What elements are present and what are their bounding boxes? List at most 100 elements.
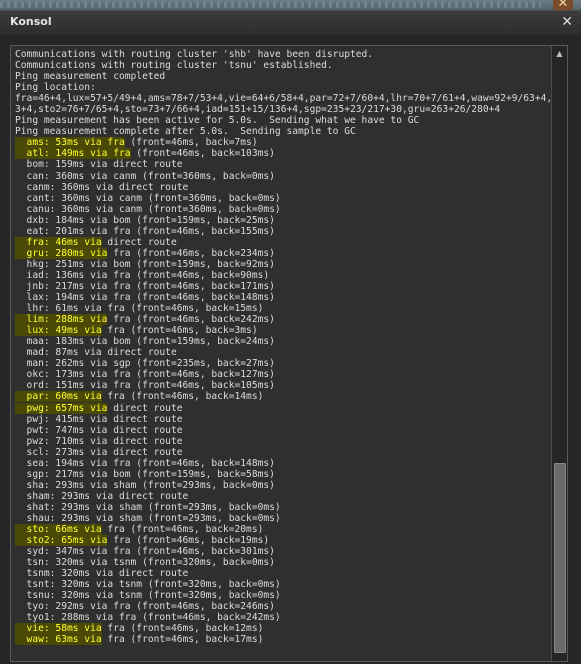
highlighted-text: sto2: 65ms via bbox=[15, 535, 108, 547]
line-text: fra (front=46ms, back=19ms) bbox=[107, 535, 270, 547]
line-text: (front=46ms, back=7ms) bbox=[124, 137, 258, 149]
console-line: lax: 194ms via fra (front=46ms, back=148… bbox=[15, 292, 548, 303]
line-text: fra (front=46ms, back=12ms) bbox=[101, 623, 264, 635]
line-text: sgp: 217ms via bom (front=159ms, back=58… bbox=[15, 468, 275, 480]
console-output[interactable]: Communications with routing cluster 'shb… bbox=[10, 45, 568, 662]
highlighted-text: lux: 49ms via bbox=[15, 325, 102, 337]
console-line: tsn: 320ms via tsnm (front=320ms, back=0… bbox=[15, 557, 548, 568]
console-line: canu: 360ms via canm (front=360ms, back=… bbox=[15, 204, 548, 215]
background-pattern bbox=[0, 2, 541, 8]
line-text: fra (front=46ms, back=234ms) bbox=[107, 247, 275, 259]
console-line: sea: 194ms via fra (front=46ms, back=148… bbox=[15, 458, 548, 469]
console-line: vie: 58ms via fra (front=46ms, back=12ms… bbox=[15, 623, 548, 635]
console-line: par: 60ms via fra (front=46ms, back=14ms… bbox=[15, 391, 548, 403]
line-text: tyo: 292ms via fra (front=46ms, back=246… bbox=[15, 601, 275, 613]
console-line: ord: 151ms via fra (front=46ms, back=105… bbox=[15, 380, 548, 391]
line-text: direct route bbox=[107, 402, 183, 414]
line-text: syd: 347ms via fra (front=46ms, back=301… bbox=[15, 546, 275, 558]
line-text: scl: 273ms via direct route bbox=[15, 446, 183, 458]
line-text: tsn: 320ms via tsnm (front=320ms, back=0… bbox=[15, 557, 275, 569]
line-text: hkg: 251ms via bom (front=159ms, back=92… bbox=[15, 258, 275, 270]
console-line: Ping measurement completed bbox=[15, 71, 548, 82]
console-lines: Communications with routing cluster 'shb… bbox=[15, 49, 552, 646]
console-line: pwz: 710ms via direct route bbox=[15, 436, 548, 447]
console-line: bom: 159ms via direct route bbox=[15, 159, 548, 170]
console-line: fra: 46ms via direct route bbox=[15, 236, 548, 248]
highlighted-text: waw: 63ms via bbox=[15, 634, 102, 646]
console-line: jnb: 217ms via fra (front=46ms, back=171… bbox=[15, 281, 548, 292]
scrollbar[interactable]: ▲ bbox=[551, 46, 567, 661]
line-text: fra=46+4,lux=57+5/49+4,ams=78+7/53+4,vie… bbox=[15, 93, 553, 105]
console-line: tsnm: 320ms via direct route bbox=[15, 568, 548, 579]
highlighted-text: gru: 280ms via bbox=[15, 247, 108, 259]
highlighted-text: sto: 66ms via bbox=[15, 524, 102, 536]
console-line: maa: 183ms via bom (front=159ms, back=24… bbox=[15, 336, 548, 347]
console-line: canm: 360ms via direct route bbox=[15, 182, 548, 193]
console-line: Communications with routing cluster 'shb… bbox=[15, 49, 548, 60]
highlighted-text: ams: 53ms via fra bbox=[15, 137, 125, 149]
line-text: canm: 360ms via direct route bbox=[15, 181, 189, 193]
line-text: mad: 87ms via direct route bbox=[15, 347, 177, 359]
line-text: can: 360ms via canm (front=360ms, back=0… bbox=[15, 170, 275, 182]
console-line: tsnt: 320ms via tsnm (front=320ms, back=… bbox=[15, 579, 548, 590]
line-text: shat: 293ms via sham (front=293ms, back=… bbox=[15, 501, 281, 513]
console-line: Ping measurement has been active for 5.0… bbox=[15, 115, 548, 126]
line-text: ord: 151ms via fra (front=46ms, back=105… bbox=[15, 380, 275, 392]
console-line: can: 360ms via canm (front=360ms, back=0… bbox=[15, 171, 548, 182]
console-line: sto: 66ms via fra (front=46ms, back=20ms… bbox=[15, 524, 548, 536]
console-line: scl: 273ms via direct route bbox=[15, 447, 548, 458]
close-icon[interactable]: ✕ bbox=[561, 13, 573, 31]
line-text: lax: 194ms via fra (front=46ms, back=148… bbox=[15, 292, 275, 304]
line-text: direct route bbox=[101, 236, 177, 248]
line-text: maa: 183ms via bom (front=159ms, back=24… bbox=[15, 336, 275, 348]
console-line: eat: 201ms via fra (front=46ms, back=155… bbox=[15, 226, 548, 237]
line-text: Communications with routing cluster 'shb… bbox=[15, 49, 374, 60]
line-text: fra (front=46ms, back=3ms) bbox=[101, 325, 258, 337]
highlighted-text: fra: 46ms via bbox=[15, 236, 102, 248]
line-text: fra (front=46ms, back=17ms) bbox=[101, 634, 264, 646]
console-line: fra=46+4,lux=57+5/49+4,ams=78+7/53+4,vie… bbox=[15, 93, 552, 104]
line-text: fra (front=46ms, back=242ms) bbox=[107, 314, 275, 326]
line-text: okc: 173ms via fra (front=46ms, back=127… bbox=[15, 369, 275, 381]
console-line: shau: 293ms via sham (front=293ms, back=… bbox=[15, 513, 548, 524]
line-text: sha: 293ms via sham (front=293ms, back=0… bbox=[15, 479, 275, 491]
line-text: cant: 360ms via canm (front=360ms, back=… bbox=[15, 192, 281, 204]
console-line: Ping location: bbox=[15, 82, 548, 93]
line-text: tsnm: 320ms via direct route bbox=[15, 568, 189, 580]
highlighted-text: vie: 58ms via bbox=[15, 623, 102, 635]
console-line: ams: 53ms via fra (front=46ms, back=7ms) bbox=[15, 137, 548, 149]
line-text: man: 262ms via sgp (front=235ms, back=27… bbox=[15, 358, 275, 370]
console-line: syd: 347ms via fra (front=46ms, back=301… bbox=[15, 546, 548, 557]
console-line: pwt: 747ms via direct route bbox=[15, 425, 548, 436]
console-line: lim: 288ms via fra (front=46ms, back=242… bbox=[15, 314, 548, 326]
scrollbar-thumb[interactable] bbox=[554, 463, 566, 653]
line-text: tsnt: 320ms via tsnm (front=320ms, back=… bbox=[15, 579, 281, 591]
line-text: canu: 360ms via canm (front=360ms, back=… bbox=[15, 203, 281, 215]
console-line: mad: 87ms via direct route bbox=[15, 347, 548, 358]
line-text: Ping measurement completed bbox=[15, 71, 166, 83]
line-text: 3+4,sto2=76+7/65+4,sto=73+7/66+4,iad=151… bbox=[15, 104, 501, 116]
line-text: Ping measurement complete after 5.0s. Se… bbox=[15, 126, 356, 138]
console-line: sgp: 217ms via bom (front=159ms, back=58… bbox=[15, 469, 548, 480]
line-text: Ping measurement has been active for 5.0… bbox=[15, 115, 420, 127]
console-line: sto2: 65ms via fra (front=46ms, back=19m… bbox=[15, 535, 548, 547]
console-line: pwj: 415ms via direct route bbox=[15, 414, 548, 425]
line-text: tyo1: 288ms via fra (front=46ms, back=24… bbox=[15, 612, 281, 624]
console-line: sha: 293ms via sham (front=293ms, back=0… bbox=[15, 480, 548, 491]
console-line: waw: 63ms via fra (front=46ms, back=17ms… bbox=[15, 634, 548, 646]
line-text: pwt: 747ms via direct route bbox=[15, 424, 183, 436]
console-line: iad: 136ms via fra (front=46ms, back=90m… bbox=[15, 270, 548, 281]
console-line: lhr: 61ms via fra (front=46ms, back=15ms… bbox=[15, 303, 548, 314]
line-text: bom: 159ms via direct route bbox=[15, 159, 183, 171]
console-line: tsnu: 320ms via tsnm (front=320ms, back=… bbox=[15, 590, 548, 601]
console-window: Konsol ✕ Communications with routing clu… bbox=[0, 10, 581, 664]
window-title: Konsol bbox=[10, 15, 52, 28]
console-line: sham: 293ms via direct route bbox=[15, 491, 548, 502]
scroll-up-icon[interactable]: ▲ bbox=[554, 48, 565, 59]
line-text: jnb: 217ms via fra (front=46ms, back=171… bbox=[15, 280, 275, 292]
console-line: gru: 280ms via fra (front=46ms, back=234… bbox=[15, 247, 548, 259]
console-line: tyo: 292ms via fra (front=46ms, back=246… bbox=[15, 601, 548, 612]
highlighted-text: par: 60ms via bbox=[15, 391, 102, 403]
title-bar[interactable]: Konsol ✕ bbox=[0, 11, 581, 35]
line-text: Communications with routing cluster 'tsn… bbox=[15, 60, 333, 72]
